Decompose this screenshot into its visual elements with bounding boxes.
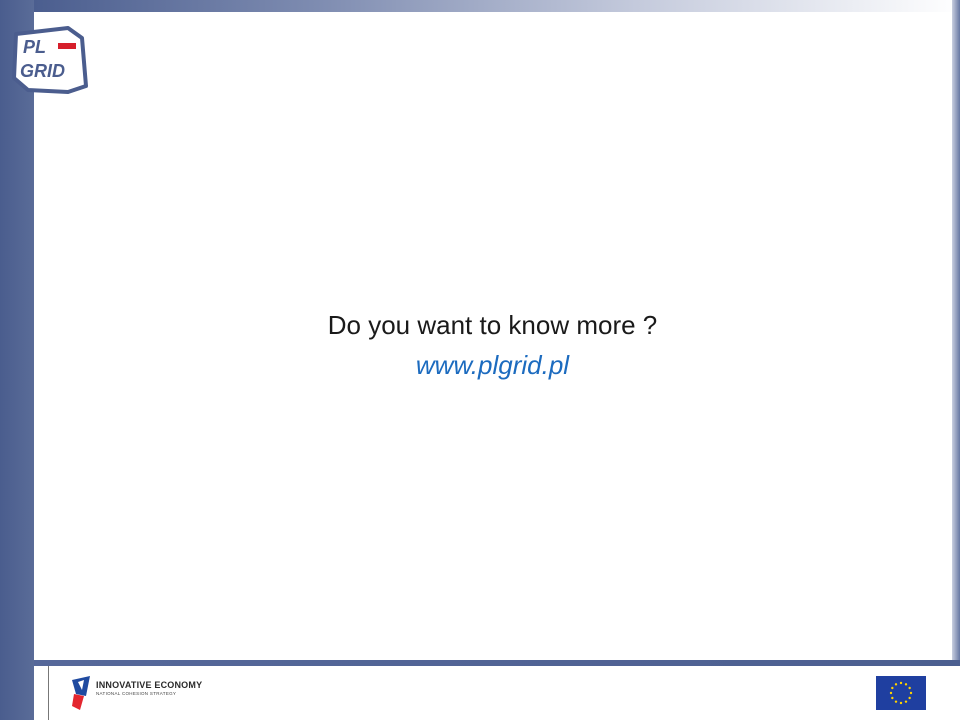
footer: INNOVATIVE ECONOMY NATIONAL COHESION STR… <box>34 666 960 720</box>
top-frame-band <box>34 0 960 12</box>
eu-star <box>908 696 911 700</box>
plgrid-logo: PL GRID <box>12 26 88 94</box>
eu-star <box>908 686 911 690</box>
eu-flag-icon <box>876 676 926 710</box>
eu-star <box>899 701 903 705</box>
eu-star <box>891 686 894 690</box>
right-frame-bar <box>952 0 960 662</box>
footer-divider <box>48 666 49 720</box>
eu-star <box>909 691 913 695</box>
innovative-economy-logo-icon <box>72 676 90 710</box>
logo-text-grid: GRID <box>20 61 65 81</box>
eu-star <box>894 683 898 686</box>
eu-star <box>904 700 908 703</box>
logo-flag-bar <box>58 43 76 49</box>
eu-star <box>894 700 898 703</box>
slide-content: Do you want to know more ? www.plgrid.pl <box>34 305 951 385</box>
logo-text-pl: PL <box>23 37 46 57</box>
eu-star <box>889 691 893 695</box>
eu-star <box>904 683 908 686</box>
slide-question: Do you want to know more ? <box>327 310 658 340</box>
program-title: INNOVATIVE ECONOMY <box>96 680 203 690</box>
program-subtitle: NATIONAL COHESION STRATEGY <box>96 691 177 696</box>
eu-star <box>891 696 894 700</box>
plgrid-website-link[interactable]: www.plgrid.pl <box>416 345 569 385</box>
left-frame-bar <box>0 0 34 720</box>
eu-star <box>899 681 903 685</box>
